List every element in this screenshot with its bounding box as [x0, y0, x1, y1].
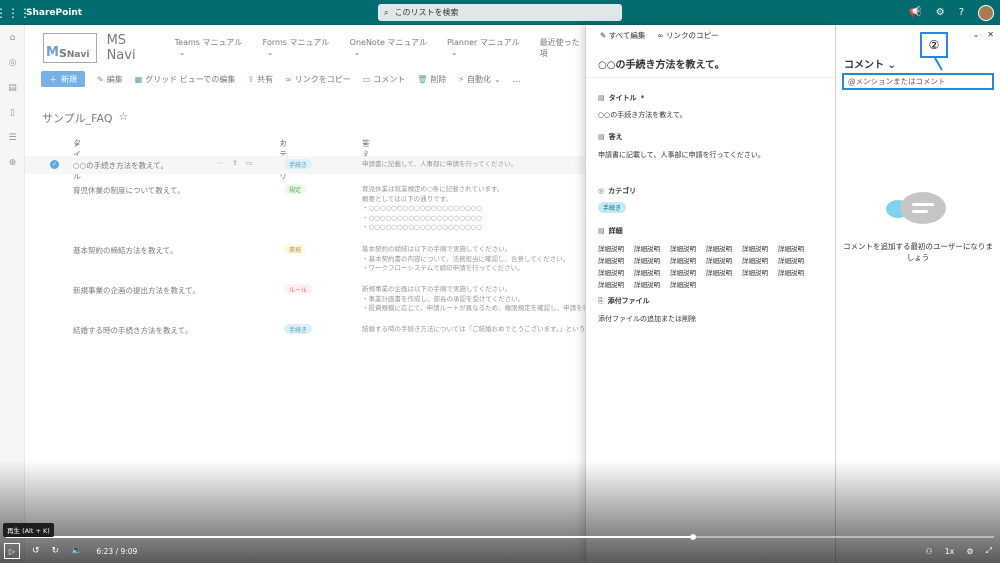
- avatar[interactable]: [978, 4, 994, 21]
- video-progress-fill: [6, 536, 693, 538]
- search-box[interactable]: ⌕ このリストを検索: [378, 4, 622, 21]
- comment-input[interactable]: @メンションまたはコメント: [842, 73, 994, 90]
- video-progress-bar[interactable]: [6, 534, 994, 540]
- suite-bar: ⋮⋮⋮ SharePoint ⌕ このリストを検索 📢 ⚙ ?: [0, 0, 1000, 25]
- field-label-category: ◎ カテゴリ: [598, 187, 637, 195]
- pencil-icon: ✎: [600, 30, 607, 40]
- fullscreen-icon[interactable]: ⤢: [986, 546, 992, 556]
- link-icon: ∞: [657, 30, 664, 40]
- volume-icon[interactable]: 🔈: [71, 546, 82, 556]
- video-progress-handle[interactable]: [689, 534, 696, 540]
- gear-icon[interactable]: ⚙: [936, 7, 945, 18]
- speed-button[interactable]: 1x: [945, 547, 955, 556]
- panel-toolbar: ✎ すべて編集 ∞ リンクのコピー: [586, 25, 835, 45]
- captions-icon[interactable]: ⚇: [925, 547, 932, 556]
- field-title-value[interactable]: ○○の手続き方法を教えて。: [598, 110, 687, 120]
- suite-right-icons: 📢 ⚙ ?: [909, 0, 994, 25]
- field-label-detail: ▤ 詳細: [598, 227, 623, 235]
- search-input[interactable]: このリストを検索: [394, 7, 458, 18]
- comment-bubbles-icon: [886, 190, 950, 230]
- comments-title[interactable]: コメント ⌄: [844, 56, 896, 71]
- field-detail-value[interactable]: 詳細説明 詳細説明 詳細説明 詳細説明 詳細説明 詳細説明 詳細説明 詳細説明 詳細説明 詳細説…: [598, 243, 823, 289]
- app-name[interactable]: SharePoint: [26, 8, 82, 18]
- rewind-icon[interactable]: ↺: [32, 546, 40, 556]
- help-icon[interactable]: ?: [959, 7, 964, 18]
- category-badge[interactable]: 手続き: [598, 202, 627, 213]
- field-label-title: ▤ タイトル *: [598, 94, 645, 102]
- video-time: 6:23 / 9:09: [96, 546, 138, 556]
- choice-icon: ◎: [598, 187, 605, 195]
- annotation-callout: ②: [920, 32, 948, 58]
- search-icon: ⌕: [384, 7, 389, 17]
- field-answer-value[interactable]: 申請書に記載して、人事部に申請を行ってください。: [598, 150, 765, 160]
- panel-controls: ⌄ ✕: [973, 30, 994, 39]
- forward-icon[interactable]: ↻: [52, 546, 60, 556]
- comments-empty-text: コメントを追加する最初のユーザーになりましょう: [843, 242, 993, 262]
- video-right-controls: ⚇ 1x ⚙ ⤢: [925, 541, 992, 561]
- divider: [586, 77, 836, 78]
- play-icon[interactable]: ▷: [4, 543, 20, 559]
- chevron-down-icon: ⌄: [887, 60, 896, 71]
- video-controls: ▷ ↺ ↻ 🔈 6:23 / 9:09 ⚇ 1x ⚙ ⤢: [0, 541, 1000, 561]
- play-tooltip: 再生 (Alt + K): [3, 523, 54, 537]
- settings-icon[interactable]: ⚙: [966, 547, 973, 556]
- text-icon: ▤: [598, 94, 605, 102]
- text-icon: ▤: [598, 133, 605, 141]
- copy-link-button[interactable]: ∞ リンクのコピー: [657, 30, 718, 41]
- comments-header: ⌄ ✕: [836, 25, 1000, 45]
- chevron-down-icon[interactable]: ⌄: [973, 30, 980, 39]
- close-icon[interactable]: ✕: [987, 30, 994, 39]
- paperclip-icon: ⎘: [598, 296, 604, 305]
- item-title: ○○の手続き方法を教えて。: [598, 60, 725, 71]
- text-icon: ▤: [598, 227, 605, 235]
- megaphone-icon[interactable]: 📢: [909, 7, 921, 18]
- waffle-icon[interactable]: ⋮⋮⋮: [0, 0, 31, 25]
- field-label-answer: ▤ 答え: [598, 133, 623, 141]
- field-label-attachment: ⎘ 添付ファイル: [598, 296, 650, 306]
- edit-all-button[interactable]: ✎ すべて編集: [600, 30, 645, 41]
- attachment-link[interactable]: 添付ファイルの追加または削除: [598, 314, 696, 324]
